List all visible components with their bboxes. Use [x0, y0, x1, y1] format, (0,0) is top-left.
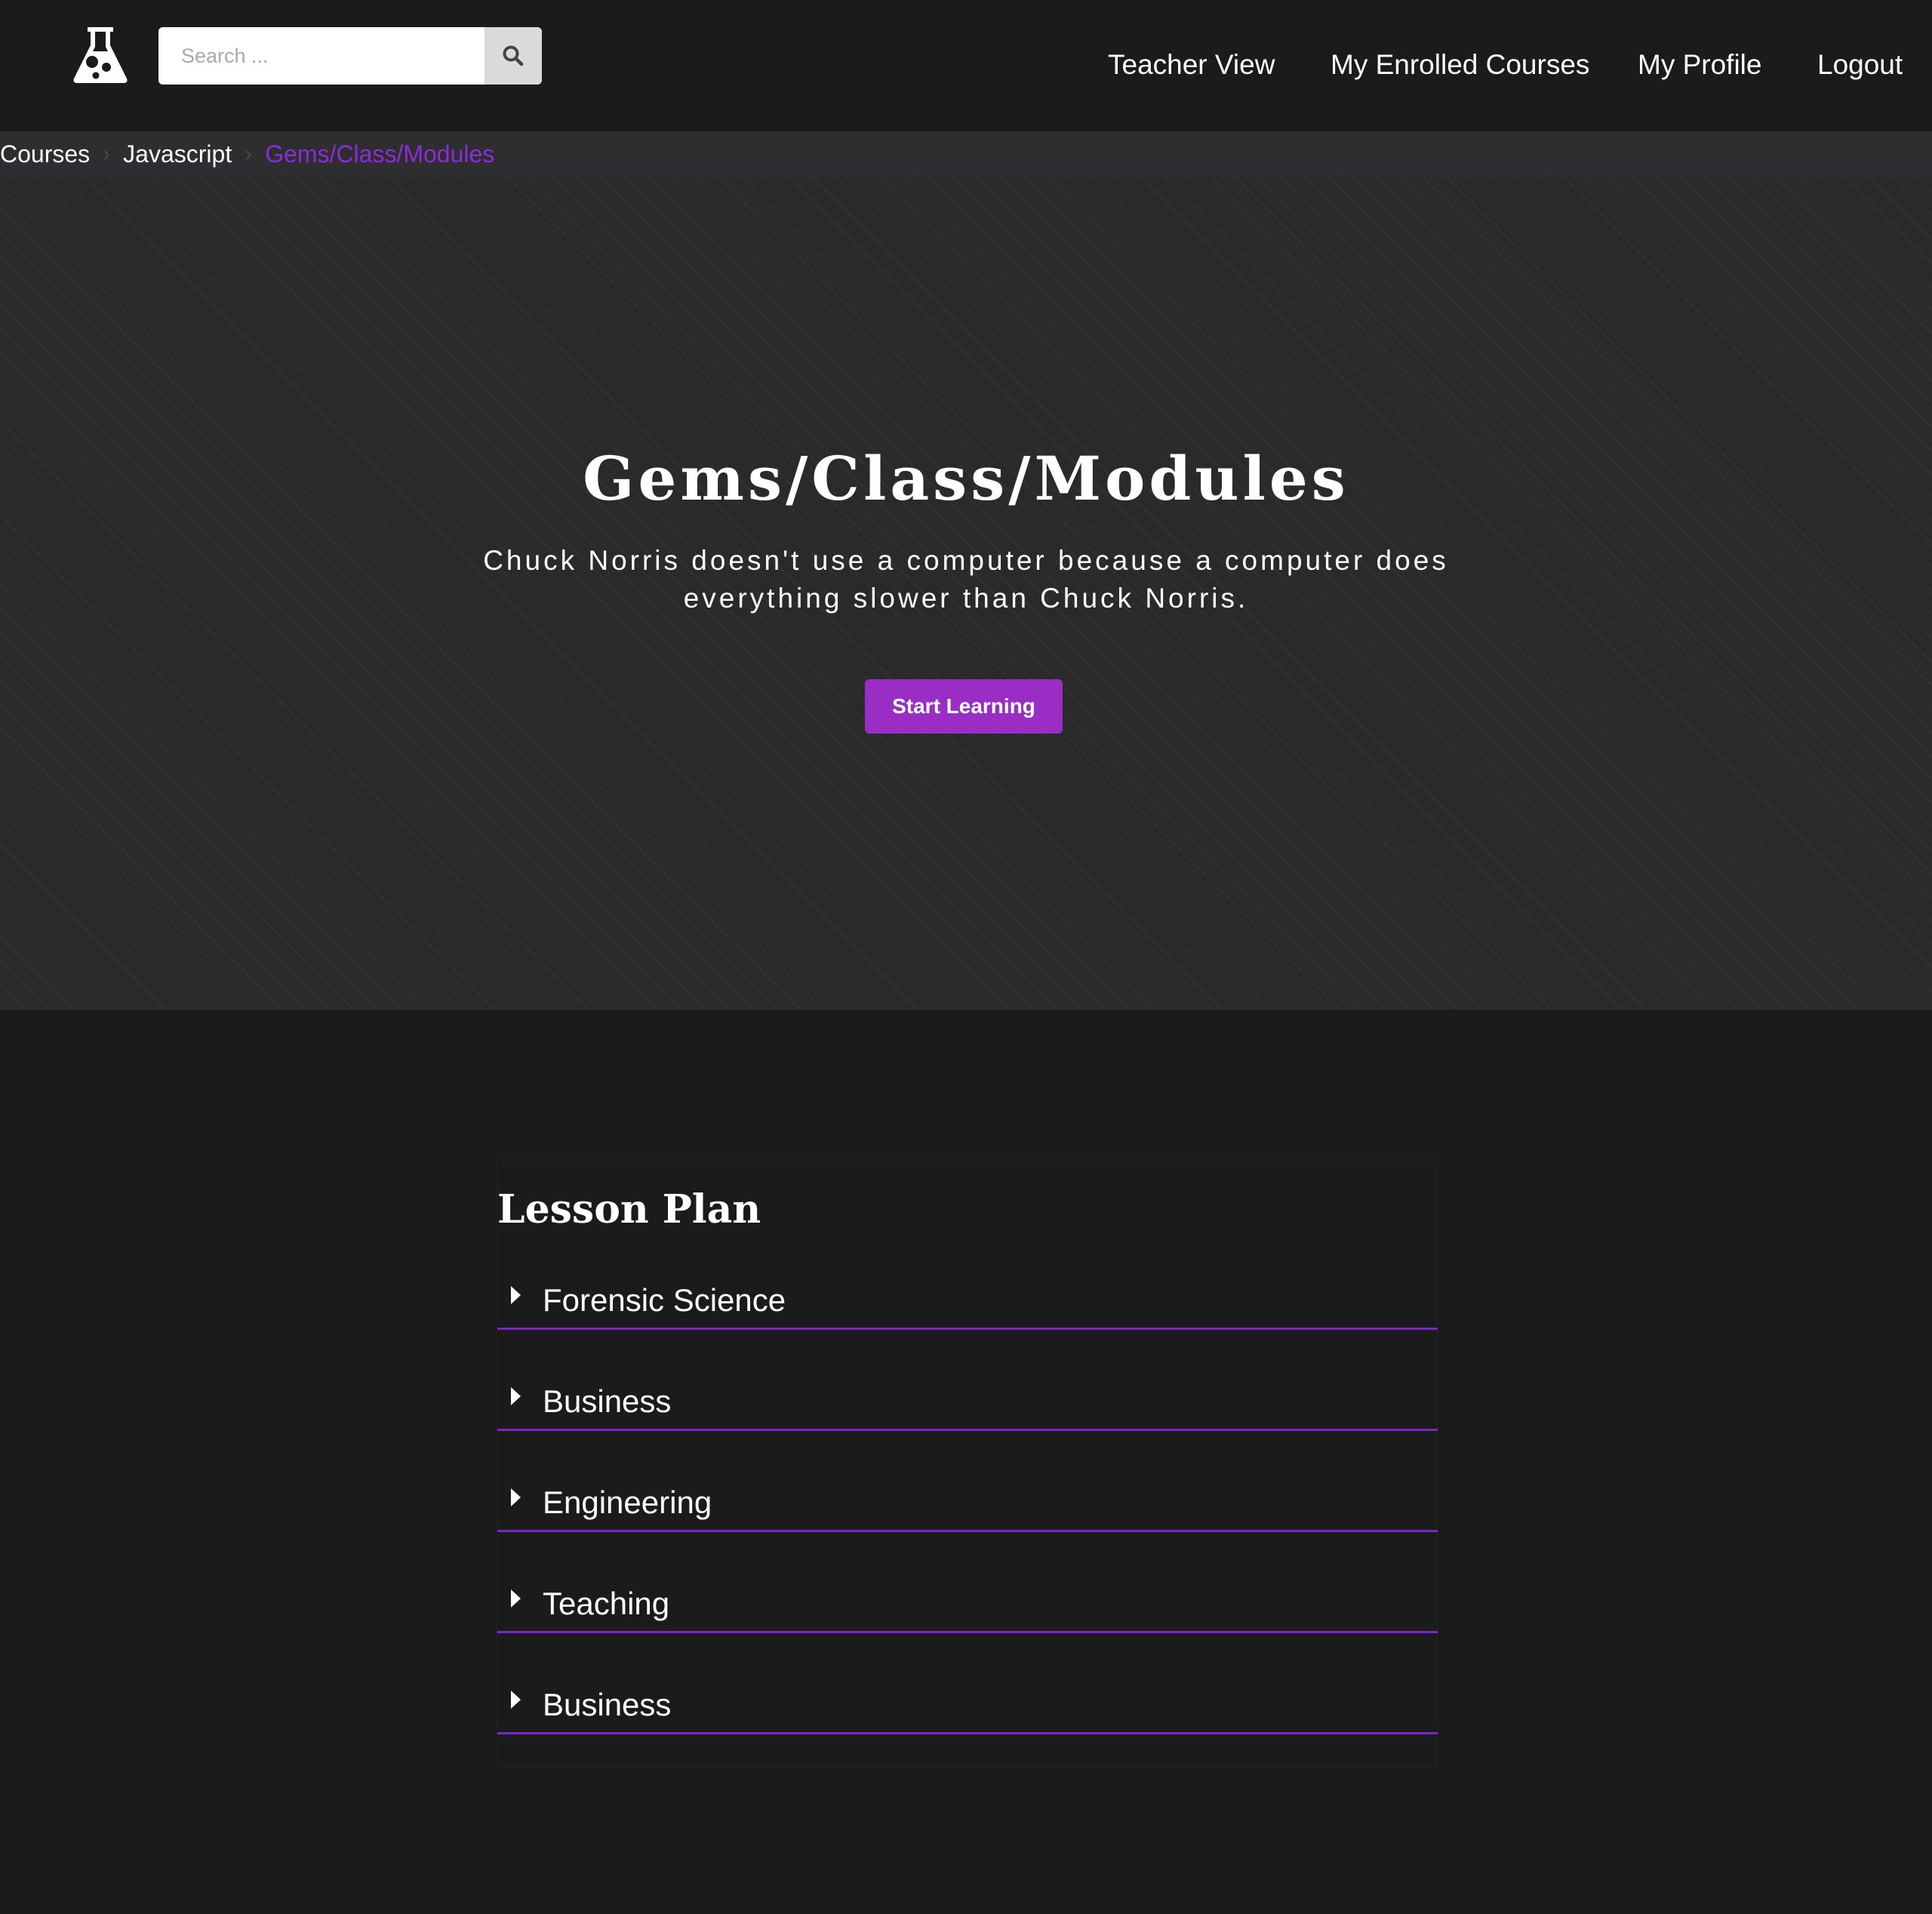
lesson-item[interactable]: Teaching [497, 1573, 1438, 1633]
lesson-item-label: Business [543, 1687, 672, 1722]
chevron-right-icon: › [245, 142, 252, 165]
caret-right-icon [511, 1387, 521, 1405]
nav-my-profile[interactable]: My Profile [1638, 42, 1761, 88]
lesson-plan-title: Lesson Plan [497, 1186, 761, 1232]
lesson-item-label: Engineering [543, 1485, 712, 1520]
lesson-item[interactable]: Business [497, 1371, 1438, 1431]
chevron-right-icon: › [103, 142, 110, 165]
lesson-item-label: Forensic Science [543, 1282, 786, 1318]
lesson-item-label: Teaching [543, 1586, 670, 1621]
nav-logout[interactable]: Logout [1817, 42, 1903, 88]
course-hero: Gems/Class/Modules Chuck Norris doesn't … [0, 177, 1932, 1010]
lesson-plan-panel: Lesson Plan Forensic Science Business En… [496, 1159, 1438, 1768]
breadcrumb: Courses › Javascript › Gems/Class/Module… [0, 131, 1932, 177]
lesson-item[interactable]: Engineering [497, 1472, 1438, 1532]
course-description: Chuck Norris doesn't use a computer beca… [483, 545, 1449, 614]
caret-right-icon [511, 1691, 521, 1709]
start-learning-button[interactable]: Start Learning [865, 679, 1063, 734]
nav-links: Teacher View My Enrolled Courses My Prof… [0, 42, 1932, 88]
top-navbar: Teacher View My Enrolled Courses My Prof… [0, 0, 1932, 131]
breadcrumb-javascript[interactable]: Javascript [123, 140, 232, 168]
nav-teacher-view[interactable]: Teacher View [1108, 42, 1275, 88]
caret-right-icon [511, 1286, 521, 1304]
nav-my-enrolled-courses[interactable]: My Enrolled Courses [1331, 42, 1589, 88]
caret-right-icon [511, 1488, 521, 1506]
lesson-item-label: Business [543, 1383, 672, 1419]
lesson-item[interactable]: Forensic Science [497, 1269, 1438, 1330]
breadcrumb-current: Gems/Class/Modules [265, 140, 495, 168]
breadcrumb-courses[interactable]: Courses [0, 140, 90, 168]
lesson-item[interactable]: Business [497, 1674, 1438, 1734]
caret-right-icon [511, 1589, 521, 1608]
course-title: Gems/Class/Modules [583, 443, 1349, 514]
